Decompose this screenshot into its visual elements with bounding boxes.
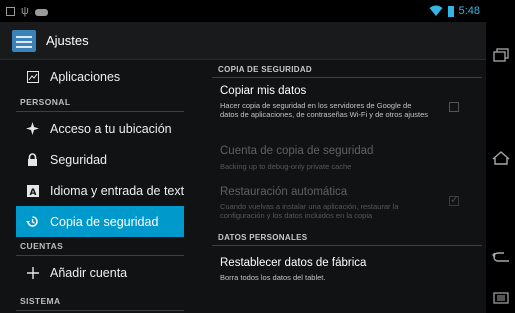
pref-summary: Borra todos los datos del tablet. — [220, 273, 326, 282]
pref-title: Cuenta de copia de seguridad — [220, 145, 374, 157]
usb-icon: ψ — [21, 5, 29, 17]
notification-icons: ψ — [6, 5, 48, 17]
auto-restore-checkbox — [449, 193, 459, 206]
divider — [16, 111, 184, 112]
wifi-icon — [429, 5, 443, 16]
sidebar-item-location[interactable]: Acceso a tu ubicación — [16, 113, 184, 144]
pref-title: Restauración automática — [220, 186, 348, 198]
android-settings-screen: ψ 5:48 Ajustes Aplicaciones PERSONAL Acc… — [0, 0, 515, 313]
back-icon[interactable] — [486, 242, 515, 272]
sidebar-item-language[interactable]: A Idioma y entrada de texto — [16, 175, 184, 206]
gamepad-icon — [34, 8, 48, 16]
page-title: Ajustes — [46, 33, 89, 48]
menu-icon[interactable] — [486, 283, 515, 313]
language-icon: A — [26, 184, 39, 197]
section-header-personal-data: DATOS PERSONALES — [218, 233, 308, 242]
add-icon — [26, 266, 39, 279]
backup-icon — [26, 215, 39, 228]
divider — [212, 77, 482, 78]
sidebar-item-applications[interactable]: Aplicaciones — [16, 61, 184, 92]
sidebar-item-label: Acceso a tu ubicación — [50, 121, 172, 136]
sidebar-item-label: Copia de seguridad — [50, 214, 159, 229]
location-icon — [26, 122, 39, 135]
home-icon[interactable] — [486, 143, 515, 173]
action-bar: Ajustes — [0, 22, 486, 60]
lock-icon — [26, 153, 39, 166]
divider — [16, 310, 184, 311]
sidebar-item-security[interactable]: Seguridad — [16, 144, 184, 175]
apps-icon — [26, 70, 39, 83]
pref-title: Copiar mis datos — [220, 85, 307, 97]
section-header-backup: COPIA DE SEGURIDAD — [218, 65, 313, 74]
sidebar-item-add-account[interactable]: Añadir cuenta — [16, 257, 184, 288]
settings-sidebar: Aplicaciones PERSONAL Acceso a tu ubicac… — [0, 61, 190, 313]
divider — [16, 255, 184, 256]
battery-icon — [447, 5, 454, 17]
navigation-bar — [486, 0, 515, 313]
svg-text:A: A — [29, 188, 36, 197]
sidebar-item-label: Idioma y entrada de texto — [50, 183, 184, 198]
pref-summary: Cuando vuelvas a instalar una aplicación… — [220, 202, 399, 220]
screenshot-icon — [6, 6, 15, 16]
recent-apps-icon[interactable] — [486, 40, 515, 70]
pref-summary: Backing up to debug-only private cache — [220, 162, 352, 171]
settings-app-icon[interactable] — [12, 29, 36, 52]
divider — [212, 245, 482, 246]
sidebar-item-label: Añadir cuenta — [50, 265, 128, 280]
sidebar-item-backup[interactable]: Copia de seguridad — [16, 206, 184, 237]
pref-title: Restablecer datos de fábrica — [220, 257, 367, 269]
sidebar-item-label: Seguridad — [50, 152, 107, 167]
clock: 5:48 — [458, 5, 480, 17]
status-bar: ψ 5:48 — [0, 0, 486, 22]
sidebar-item-label: Aplicaciones — [50, 69, 121, 84]
backup-settings-panel: COPIA DE SEGURIDAD Copiar mis datos Hace… — [200, 61, 486, 313]
backup-data-checkbox[interactable] — [449, 102, 459, 112]
pref-summary: Hacer copia de seguridad en los servidor… — [220, 101, 429, 119]
system-icons: 5:48 — [429, 5, 480, 17]
